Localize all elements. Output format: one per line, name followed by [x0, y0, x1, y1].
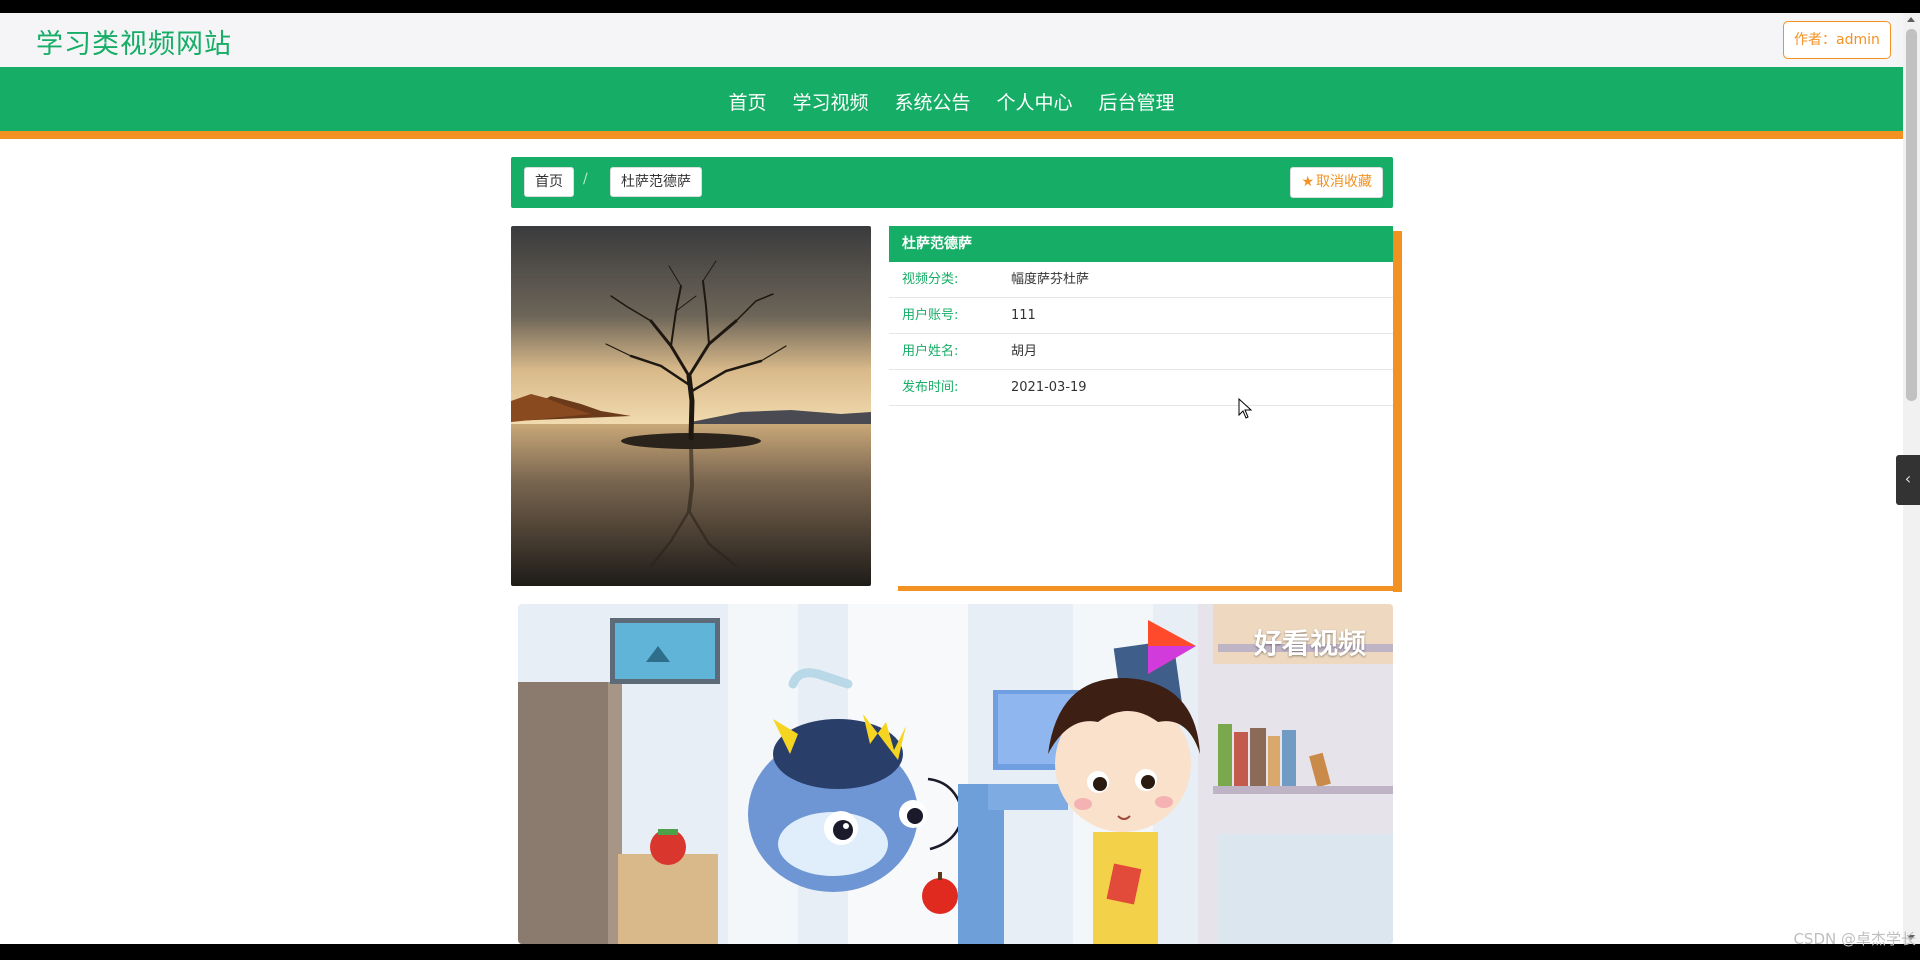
video-cover-image	[511, 226, 871, 586]
site-title[interactable]: 学习类视频网站	[36, 22, 232, 61]
breadcrumb-home-link[interactable]: 首页	[524, 167, 574, 197]
nav-item-admin[interactable]: 后台管理	[1099, 88, 1175, 115]
nav-accent-line	[0, 131, 1903, 139]
info-value: 幅度萨芬杜萨	[1011, 272, 1090, 287]
info-value: 2021-03-19	[1011, 380, 1087, 395]
watermark-text: 好看视频	[1253, 627, 1366, 660]
video-title: 杜萨范德萨	[889, 226, 1393, 262]
play-logo-icon	[1148, 620, 1196, 674]
nav-item-announcements[interactable]: 系统公告	[894, 88, 970, 115]
info-row-publish-time: 发布时间: 2021-03-19	[889, 370, 1393, 406]
main-nav: 首页 学习视频 系统公告 个人中心 后台管理	[0, 67, 1903, 139]
nav-item-personal-center[interactable]: 个人中心	[997, 88, 1073, 115]
info-label: 用户姓名:	[902, 344, 959, 359]
taskbar	[0, 944, 1920, 960]
browser-top-bar	[0, 0, 1920, 13]
info-row-account: 用户账号: 111	[889, 298, 1393, 334]
info-value: 111	[1011, 308, 1036, 323]
breadcrumb-current[interactable]: 杜萨范德萨	[610, 167, 702, 197]
breadcrumb-separator: /	[583, 171, 588, 187]
scroll-up-icon[interactable]	[1907, 17, 1915, 22]
video-info-card: 杜萨范德萨 视频分类: 幅度萨芬杜萨 用户账号: 111 用户姓名: 胡月 发布…	[889, 226, 1402, 592]
info-value: 胡月	[1011, 344, 1038, 359]
nav-item-home[interactable]: 首页	[728, 88, 766, 115]
star-icon: ★	[1301, 174, 1314, 190]
info-accent-right	[1393, 231, 1402, 592]
breadcrumb: 首页 / 杜萨范德萨 ★ 取消收藏	[511, 157, 1393, 208]
info-panel: 杜萨范德萨 视频分类: 幅度萨芬杜萨 用户账号: 111 用户姓名: 胡月 发布…	[889, 226, 1393, 586]
info-row-username: 用户姓名: 胡月	[889, 334, 1393, 370]
scroll-thumb[interactable]	[1906, 29, 1917, 401]
chevron-left-icon: ‹	[1904, 469, 1912, 488]
video-player[interactable]: 好看视频	[518, 604, 1393, 944]
csdn-credit: CSDN @卓杰学长	[1793, 930, 1916, 948]
info-label: 用户账号:	[902, 308, 959, 323]
info-label: 视频分类:	[902, 272, 959, 287]
unfavorite-label: 取消收藏	[1316, 174, 1372, 190]
site-header: 学习类视频网站 作者：admin	[0, 13, 1903, 67]
side-toggle-button[interactable]: ‹	[1896, 455, 1920, 505]
info-row-category: 视频分类: 幅度萨芬杜萨	[889, 262, 1393, 298]
mouse-pointer-icon	[1238, 398, 1253, 419]
unfavorite-button[interactable]: ★ 取消收藏	[1290, 167, 1383, 198]
author-badge[interactable]: 作者：admin	[1783, 21, 1891, 59]
info-label: 发布时间:	[902, 380, 959, 395]
nav-item-videos[interactable]: 学习视频	[792, 88, 868, 115]
